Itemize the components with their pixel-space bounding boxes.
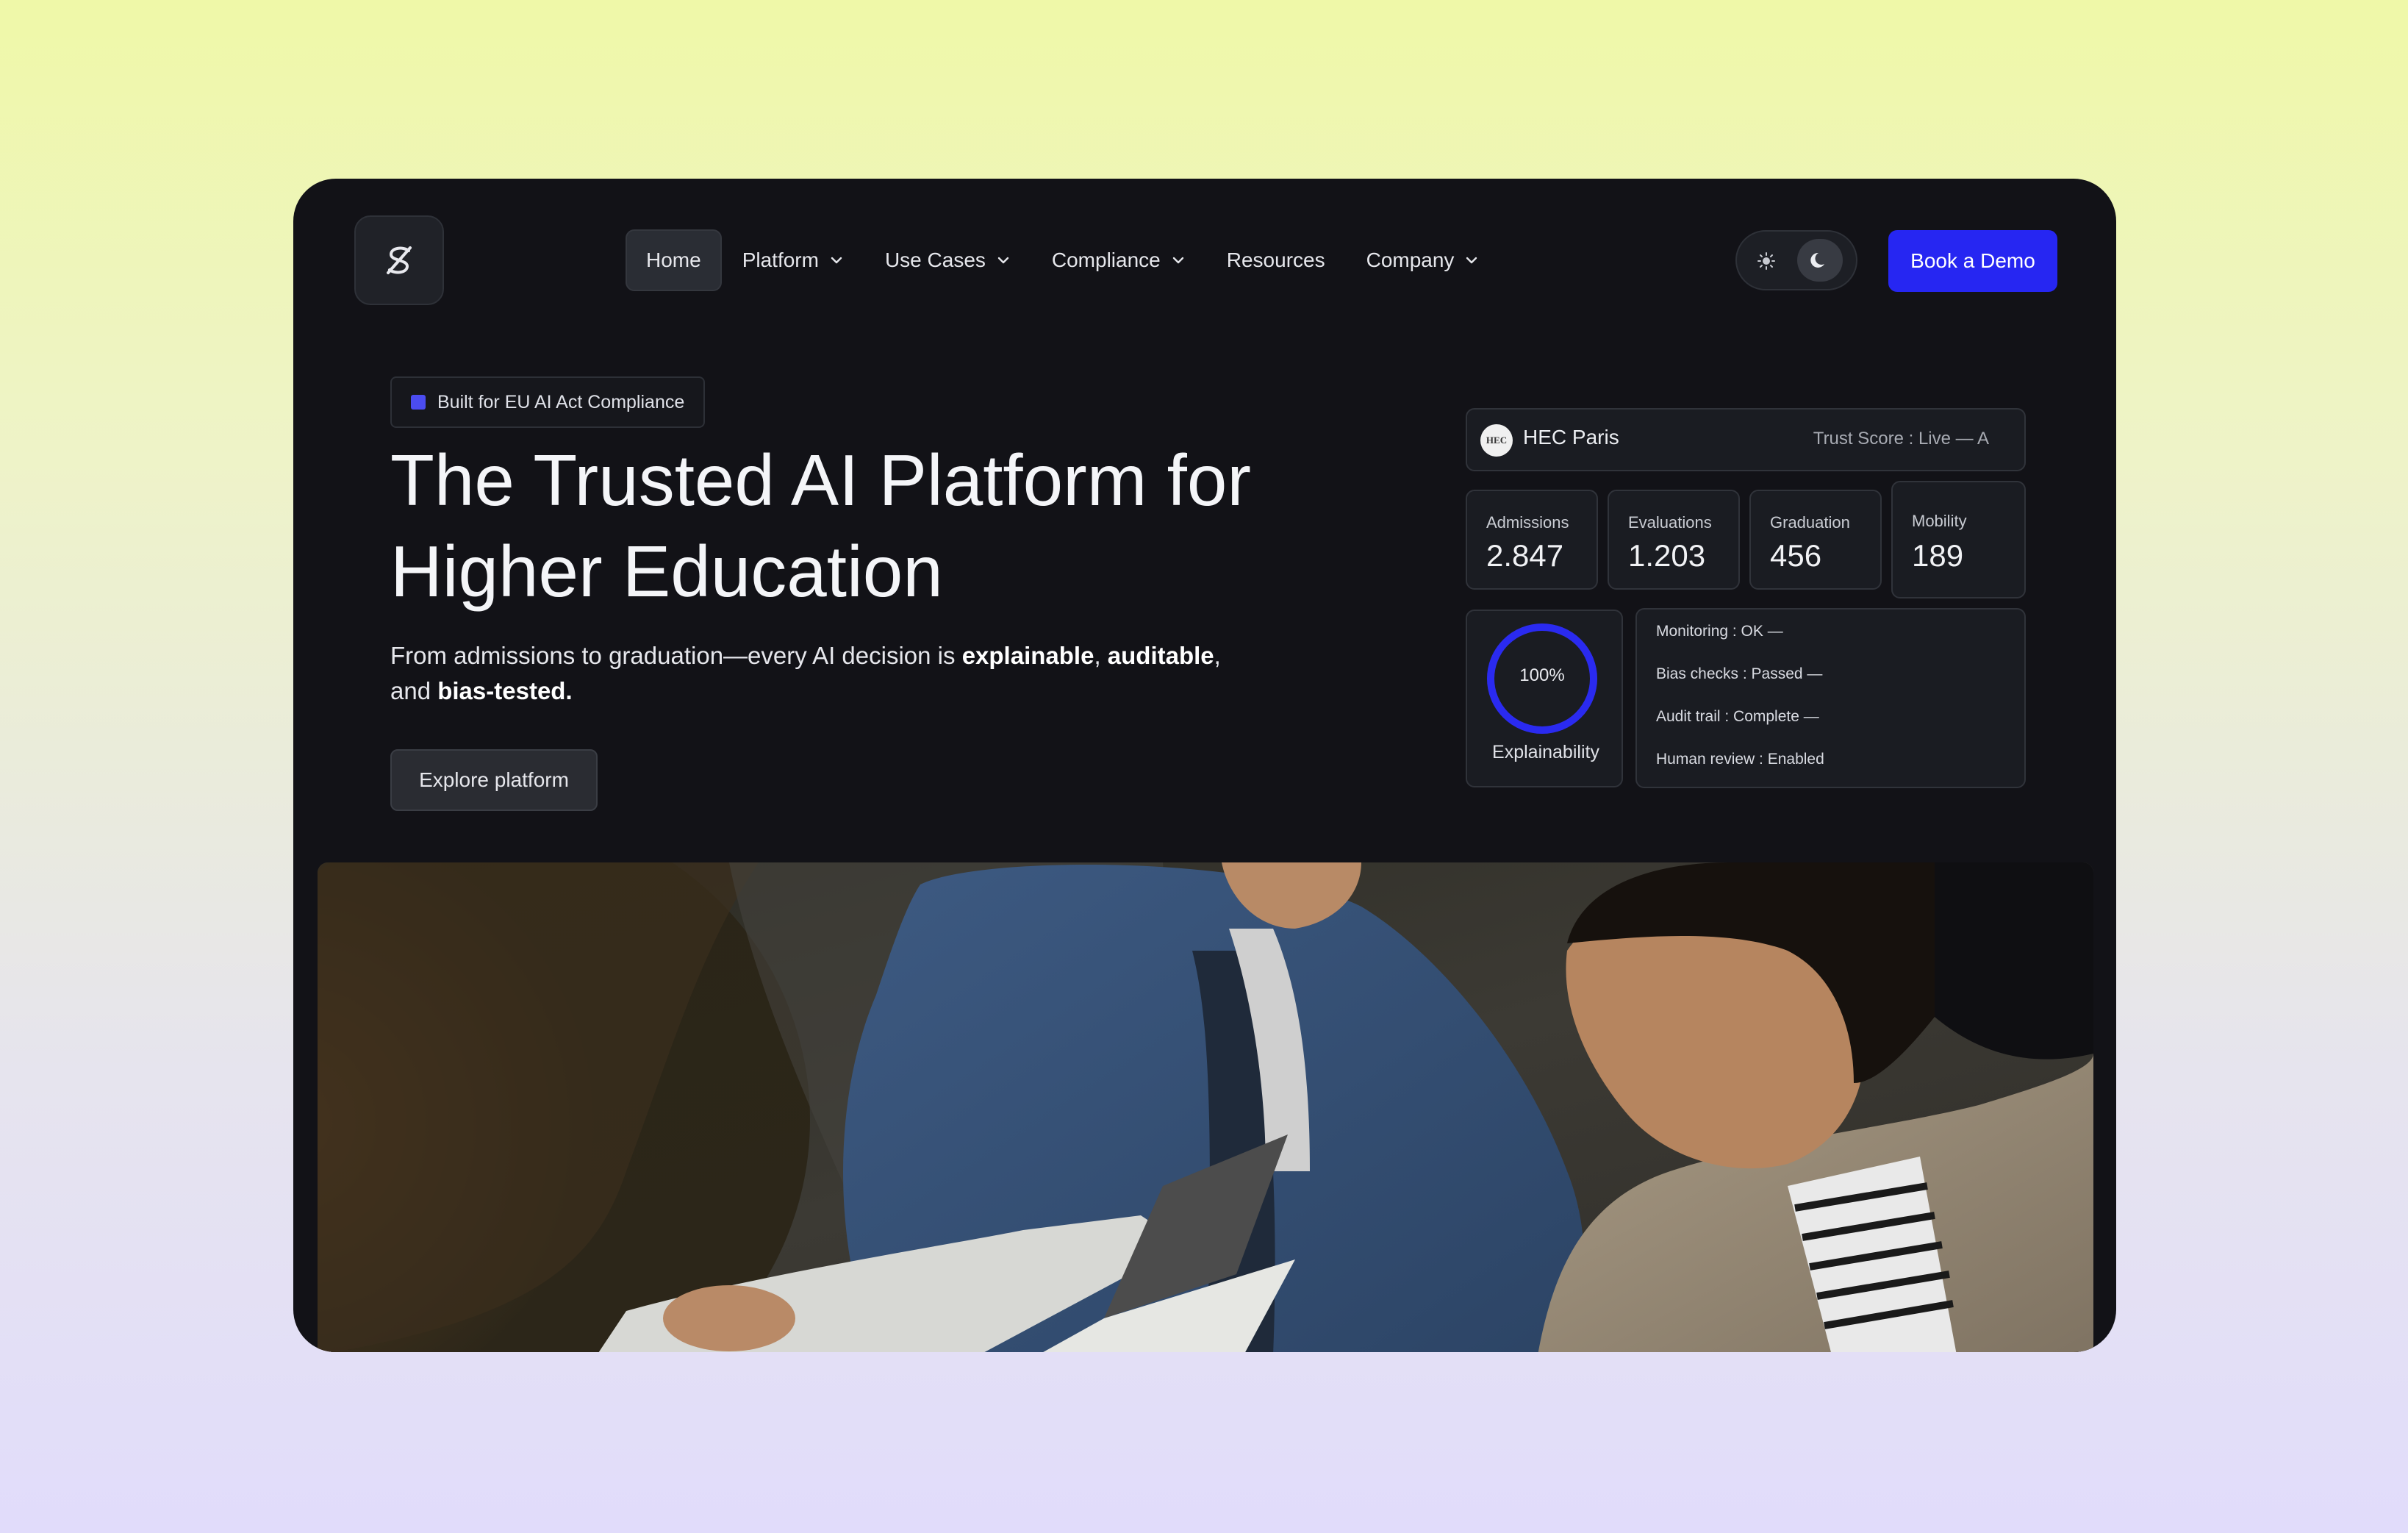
stat-card-evaluations: Evaluations 1.203 <box>1608 490 1740 590</box>
hero-photo <box>318 862 2093 1352</box>
school-logo: HEC <box>1480 424 1513 457</box>
nav-company-label: Company <box>1366 249 1455 271</box>
badge-label: Built for EU AI Act Compliance <box>437 391 685 412</box>
nav-company[interactable]: Company <box>1346 231 1500 290</box>
moon-icon[interactable] <box>1797 239 1843 282</box>
nav-home[interactable]: Home <box>626 229 722 291</box>
stat-label: Admissions <box>1486 513 1569 532</box>
stat-value: 1.203 <box>1628 538 1706 573</box>
hero-title-line-2: Higher Education <box>390 531 943 612</box>
stat-label: Mobility <box>1912 512 1967 530</box>
explainability-card: 100% Explainability <box>1466 610 1623 787</box>
nav-platform-label: Platform <box>742 249 819 271</box>
nav-use-cases-label: Use Cases <box>884 249 986 271</box>
browser-window: Home Platform Use Cases Compliance Resou… <box>293 179 2116 1352</box>
subtitle-text: From admissions to graduation—every AI d… <box>390 642 962 669</box>
stat-label: Graduation <box>1770 513 1850 532</box>
subtitle-bold-explainable: explainable <box>961 642 1094 669</box>
subtitle-text: , <box>1094 642 1108 669</box>
explore-platform-button[interactable]: Explore platform <box>390 749 598 811</box>
sun-icon[interactable] <box>1752 246 1781 276</box>
subtitle-text: and <box>390 677 438 704</box>
hero-title-line-1: The Trusted AI Platform for <box>390 440 1252 521</box>
nav-home-label: Home <box>646 249 701 271</box>
nav-resources-label: Resources <box>1226 249 1325 271</box>
hero-title: The Trusted AI Platform for Higher Educa… <box>390 435 1346 617</box>
chevron-down-icon <box>831 257 842 264</box>
stat-value: 456 <box>1770 538 1822 573</box>
subtitle-text: , <box>1214 642 1221 669</box>
school-card: HEC HEC Paris Trust Score : Live — A <box>1466 408 2026 471</box>
nav-platform[interactable]: Platform <box>722 231 864 290</box>
hero-subtitle: From admissions to graduation—every AI d… <box>390 638 1316 709</box>
badge-square-icon <box>411 395 426 410</box>
check-monitoring: Monitoring : OK — <box>1656 623 1783 640</box>
compliance-badge: Built for EU AI Act Compliance <box>390 376 706 428</box>
subtitle-bold-auditable: auditable <box>1107 642 1214 669</box>
check-audit-trail: Audit trail : Complete — <box>1656 708 1819 725</box>
school-name: HEC Paris <box>1523 426 1619 449</box>
chevron-down-icon <box>1172 257 1183 264</box>
check-bias: Bias checks : Passed — <box>1656 665 1823 682</box>
stat-value: 2.847 <box>1486 538 1564 573</box>
explainability-percent: 100% <box>1519 665 1565 685</box>
theme-toggle[interactable] <box>1735 230 1857 290</box>
brand-logo[interactable] <box>354 215 444 305</box>
nav-compliance[interactable]: Compliance <box>1031 231 1206 290</box>
main-nav: Home Platform Use Cases Compliance Resou… <box>626 229 1500 291</box>
trust-score: Trust Score : Live — A <box>1813 429 1989 449</box>
check-human-review: Human review : Enabled <box>1656 751 1824 768</box>
brand-mark-icon <box>387 246 412 274</box>
chevron-down-icon <box>1466 257 1477 264</box>
nav-use-cases[interactable]: Use Cases <box>864 231 1031 290</box>
explainability-label: Explainability <box>1492 742 1599 762</box>
chevron-down-icon <box>997 257 1009 264</box>
stat-card-graduation: Graduation 456 <box>1749 490 1882 590</box>
nav-resources[interactable]: Resources <box>1206 231 1346 290</box>
stat-label: Evaluations <box>1628 513 1712 532</box>
book-demo-button[interactable]: Book a Demo <box>1888 230 2057 292</box>
stat-value: 189 <box>1912 538 1964 573</box>
stat-card-mobility: Mobility 189 <box>1891 481 2026 598</box>
stat-card-admissions: Admissions 2.847 <box>1466 490 1598 590</box>
checks-card: Monitoring : OK — Bias checks : Passed —… <box>1635 608 2026 788</box>
students-photo <box>318 862 2093 1352</box>
nav-compliance-label: Compliance <box>1051 249 1161 271</box>
subtitle-bold-bias-tested: bias-tested. <box>437 677 573 704</box>
